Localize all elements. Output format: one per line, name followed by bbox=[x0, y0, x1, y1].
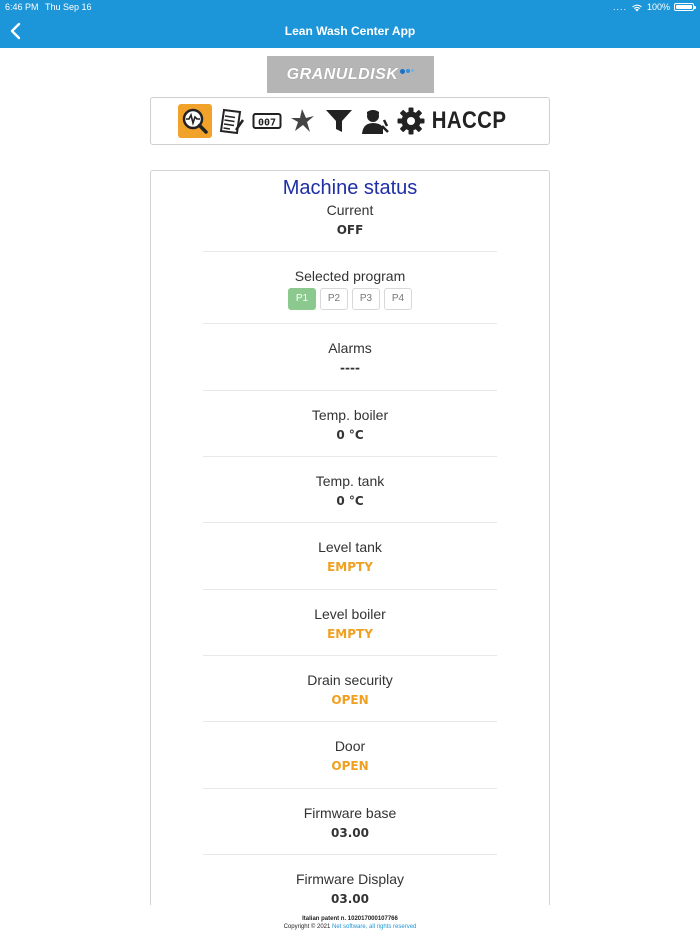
status-label: Level tank bbox=[318, 539, 382, 555]
status-label: Level boiler bbox=[314, 606, 386, 622]
report-icon bbox=[219, 108, 245, 135]
technician-icon bbox=[362, 110, 389, 134]
battery-percent: 100% bbox=[646, 2, 670, 12]
counter-icon: 007 bbox=[252, 113, 282, 129]
status-value: OPEN bbox=[331, 759, 369, 773]
status-drain-security: Drain security OPEN bbox=[203, 671, 497, 722]
status-label: Selected program bbox=[294, 268, 406, 284]
status-temp-boiler: Temp. boiler 0 °C bbox=[203, 406, 497, 457]
patent-text: Italian patent n. 102017000107766 bbox=[302, 916, 398, 922]
machine-status-icon bbox=[182, 108, 208, 134]
status-bar: 6:46 PM Thu Sep 16 .... 100% bbox=[0, 0, 700, 14]
status-firmware-base: Firmware base 03.00 bbox=[203, 804, 497, 855]
program-button-p3[interactable]: P3 bbox=[352, 288, 380, 310]
status-value: EMPTY bbox=[327, 627, 373, 641]
copyright-line: Copyright © 2021 Net software, all right… bbox=[0, 923, 700, 931]
page-title: Lean Wash Center App bbox=[284, 24, 416, 38]
status-value: 0 °C bbox=[336, 428, 364, 442]
technician-tab[interactable] bbox=[358, 104, 392, 138]
program-selector: P1 P2 P3 P4 bbox=[203, 288, 497, 310]
status-selected-program: Selected program P1 P2 P3 P4 bbox=[203, 267, 497, 324]
status-label: Alarms bbox=[328, 340, 372, 356]
status-level-boiler: Level boiler EMPTY bbox=[203, 605, 497, 656]
footer: Italian patent n. 102017000107766 Copyri… bbox=[0, 905, 700, 934]
battery-icon bbox=[674, 3, 696, 11]
counter-tab[interactable]: 007 bbox=[250, 104, 284, 138]
filter-tab[interactable] bbox=[322, 104, 356, 138]
status-label: Drain security bbox=[307, 672, 393, 688]
settings-icon bbox=[397, 107, 425, 135]
report-tab[interactable] bbox=[214, 104, 248, 138]
app-header: 6:46 PM Thu Sep 16 .... 100% Lean Wash C… bbox=[0, 0, 700, 48]
status-date: Thu Sep 16 bbox=[45, 2, 92, 12]
dispenser-icon bbox=[291, 109, 315, 132]
machine-status-tab[interactable] bbox=[178, 104, 213, 138]
status-right: .... 100% bbox=[612, 0, 696, 14]
filter-icon bbox=[326, 110, 353, 132]
status-label: Temp. boiler bbox=[311, 407, 389, 423]
status-firmware-display: Firmware Display 03.00 bbox=[203, 870, 497, 910]
status-time: 6:46 PM bbox=[5, 2, 39, 12]
section-title: Machine status bbox=[282, 177, 418, 199]
status-level-tank: Level tank EMPTY bbox=[203, 538, 497, 590]
status-label: Firmware base bbox=[303, 805, 397, 821]
status-label: Current bbox=[326, 202, 374, 218]
status-value: 0 °C bbox=[336, 494, 364, 508]
status-current: Current OFF bbox=[203, 201, 497, 252]
haccp-tab[interactable]: HACCP bbox=[430, 107, 508, 135]
status-door: Door OPEN bbox=[203, 737, 497, 789]
status-value: 03.00 bbox=[331, 826, 369, 840]
dispenser-tab[interactable] bbox=[286, 104, 320, 138]
program-button-p4[interactable]: P4 bbox=[384, 288, 412, 310]
program-button-p1[interactable]: P1 bbox=[288, 288, 316, 310]
status-value: ---- bbox=[340, 361, 360, 375]
machine-status-card: Machine status Current OFF Selected prog… bbox=[150, 170, 550, 930]
logo-dots bbox=[400, 69, 415, 74]
wifi-icon bbox=[632, 4, 642, 11]
status-alarms: Alarms ---- bbox=[203, 339, 497, 391]
logo-text: GRANULDISK bbox=[286, 65, 399, 83]
status-value: EMPTY bbox=[327, 560, 373, 574]
svg-text:007: 007 bbox=[258, 118, 276, 129]
status-label: Temp. tank bbox=[315, 473, 385, 489]
status-label: Firmware Display bbox=[295, 871, 405, 887]
settings-tab[interactable] bbox=[394, 104, 428, 138]
granuldisk-logo: GRANULDISK bbox=[267, 56, 434, 93]
status-value: OFF bbox=[336, 223, 364, 237]
copyright-text: Copyright © 2021 bbox=[283, 924, 331, 930]
status-value: OPEN bbox=[331, 693, 369, 707]
signal-dots: .... bbox=[612, 2, 627, 12]
program-button-p2[interactable]: P2 bbox=[320, 288, 348, 310]
net-software-link[interactable]: Net software, all rights reserved bbox=[332, 924, 416, 930]
status-label: Door bbox=[334, 738, 366, 754]
main-toolbar: 007 HACCP bbox=[150, 97, 550, 145]
status-temp-tank: Temp. tank 0 °C bbox=[203, 472, 497, 523]
